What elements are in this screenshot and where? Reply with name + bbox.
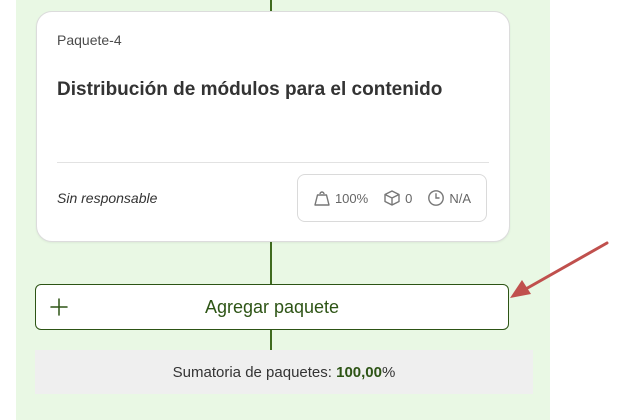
- summary-label: Sumatoria de paquetes:: [172, 363, 332, 381]
- package-code: Paquete-4: [57, 32, 122, 48]
- plus-icon: [48, 296, 70, 318]
- weight-value: 100%: [334, 190, 369, 206]
- deliverables-metric: 0: [383, 189, 412, 207]
- duration-value: N/A: [449, 190, 472, 206]
- connector-line-middle: [270, 240, 272, 284]
- package-title: Distribución de módulos para el contenid…: [57, 79, 443, 100]
- arrow-annotation: [510, 241, 609, 298]
- summary-unit: %: [382, 363, 396, 381]
- weight-icon: [313, 189, 331, 207]
- connector-line-bottom: [270, 328, 272, 350]
- deliverables-value: 0: [405, 190, 413, 206]
- box-icon: [383, 189, 401, 207]
- clock-icon: [427, 189, 445, 207]
- connector-line-top: [270, 0, 272, 11]
- weight-metric: 100%: [313, 189, 368, 207]
- add-package-label: Agregar paquete: [204, 296, 340, 317]
- card-divider: [57, 162, 489, 163]
- summary-value: 100,00: [336, 363, 382, 381]
- package-owner: Sin responsable: [57, 190, 158, 206]
- add-package-button[interactable]: Agregar paquete: [35, 284, 509, 330]
- packages-summary: Sumatoria de paquetes: 100,00%: [35, 350, 533, 394]
- package-card[interactable]: Paquete-4 Distribución de módulos para e…: [36, 11, 510, 242]
- duration-metric: N/A: [427, 189, 471, 207]
- package-metrics: 100% 0 N/A: [297, 174, 487, 222]
